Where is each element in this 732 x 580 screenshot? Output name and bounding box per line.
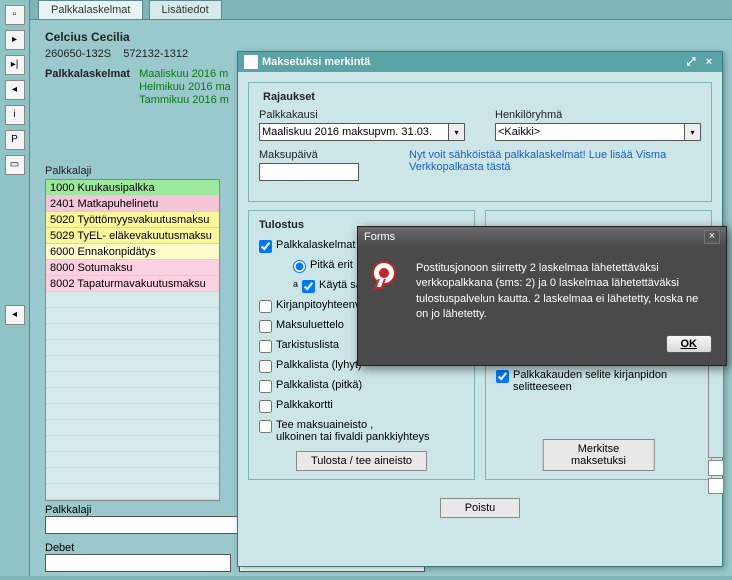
dropdown-icon[interactable]: ▾ [685,123,701,141]
tool-back-icon[interactable]: ◂ [5,305,25,325]
maksupaiva-label: Maksupäivä [259,149,379,161]
tool-sound-icon[interactable]: ◂ [5,80,25,100]
chk-tarkistus[interactable] [259,340,272,353]
wage-row[interactable]: 1000 Kuukausipalkka [46,180,219,196]
exclamation-icon [372,261,404,293]
wage-row[interactable]: 8002 Tapaturmavakuutusmaksu [46,276,219,292]
dropdown-icon[interactable]: ▾ [449,123,465,141]
tool-flag-icon[interactable]: ▸ [5,30,25,50]
wage-row-empty [46,468,219,484]
wage-row-empty [46,340,219,356]
legend-rajaukset: Rajaukset [259,91,319,103]
tool-info-icon[interactable]: i [5,105,25,125]
fieldset-rajaukset: Rajaukset Palkkakausi ▾ Henkilöryhmä ▾ [248,82,712,202]
chk-palkkalista-p[interactable] [259,380,272,393]
modal-title-text: Maksetuksi merkintä [262,56,370,68]
month-item[interactable]: Helmikuu 2016 ma [139,81,231,93]
person-name: Celcius Cecilia [45,30,717,44]
tool-next-icon[interactable]: ▸| [5,55,25,75]
wage-row-empty [46,452,219,468]
palkkakausi-input[interactable] [259,123,449,141]
modal-footer: Poistu [238,490,722,526]
maksupaiva-input[interactable] [259,163,359,181]
chk-kirjanpito[interactable] [259,300,272,313]
left-toolbar: ▫ ▸ ▸| ◂ i P ▭ ◂ [0,0,30,576]
wage-row-empty [46,420,219,436]
btn-poistu[interactable]: Poistu [440,498,521,518]
modal-titlebar: Maksetuksi merkintä ⤢ × [238,52,722,72]
modal-icon [244,55,258,69]
bc-debet-label: Debet [45,542,231,554]
stub [708,460,724,476]
wage-row-empty [46,356,219,372]
forms-message: Postitusjonoon siirretty 2 laskelmaa läh… [416,261,712,323]
wage-list: 1000 Kuukausipalkka 2401 Matkapuhelinetu… [45,179,220,501]
wage-row[interactable]: 2401 Matkapuhelinetu [46,196,219,212]
chk-palkkalaskelmat[interactable] [259,240,272,253]
henkiloryhma-label: Henkilöryhmä [495,109,701,121]
verkkopalkka-link[interactable]: Nyt voit sähköistää palkkalaskelmat! Lue… [409,149,666,173]
wage-row[interactable]: 5020 Työttömyysvakuutusmaksu [46,212,219,228]
wage-row[interactable]: 5029 TyEL- eläkevakuutusmaksu [46,228,219,244]
close-icon[interactable]: × [702,56,716,68]
btn-merkitse[interactable]: Merkitse maksetuksi [542,439,655,471]
wage-row-empty [46,388,219,404]
month-list: Maaliskuu 2016 m Helmikuu 2016 ma Tammik… [139,68,231,107]
wage-row-empty [46,484,219,500]
rad-pitka[interactable] [293,260,306,273]
chk-palkkakortti[interactable] [259,400,272,413]
wage-row-empty [46,292,219,308]
wage-panel: Palkkalaji 1000 Kuukausipalkka 2401 Matk… [45,165,220,501]
tab-palkkalaskelmat[interactable]: Palkkalaskelmat [38,0,143,19]
debet-input[interactable] [45,554,231,572]
forms-dialog: Forms × Postitusjonoon siirretty 2 laske… [357,226,727,366]
forms-title-text: Forms [364,231,704,243]
henkiloryhma-input[interactable] [495,123,685,141]
wage-row[interactable]: 8000 Sotumaksu [46,260,219,276]
forms-ok-button[interactable]: OK [666,335,713,353]
stub [708,478,724,494]
tool-save-icon[interactable]: ▫ [5,5,25,25]
palkkakausi-label: Palkkakausi [259,109,465,121]
chk-maksuluettelo[interactable] [259,320,272,333]
wage-label: Palkkalaji [45,165,220,177]
wage-row-empty [46,436,219,452]
pk-label: Palkkalaskelmat [45,68,130,80]
chk-selite[interactable] [496,370,509,383]
tool-p-icon[interactable]: P [5,130,25,150]
tab-bar: Palkkalaskelmat Lisätiedot [30,0,732,20]
wage-row-empty [46,404,219,420]
month-item[interactable]: Tammikuu 2016 m [139,94,231,106]
forms-close-icon[interactable]: × [704,230,720,244]
wage-row-empty [46,308,219,324]
wage-row[interactable]: 6000 Ennakonpidätys [46,244,219,260]
tool-doc-icon[interactable]: ▭ [5,155,25,175]
forms-titlebar: Forms × [358,227,726,247]
wage-row-empty [46,324,219,340]
minimize-icon[interactable]: ⤢ [684,56,698,68]
wage-row-empty [46,372,219,388]
month-item[interactable]: Maaliskuu 2016 m [139,68,231,80]
chk-kayta[interactable] [302,280,315,293]
btn-tulosta[interactable]: Tulosta / tee aineisto [296,451,427,471]
tab-lisatiedot[interactable]: Lisätiedot [149,0,222,19]
chk-palkkalista-l[interactable] [259,360,272,373]
chk-teemaksu[interactable] [259,420,272,433]
